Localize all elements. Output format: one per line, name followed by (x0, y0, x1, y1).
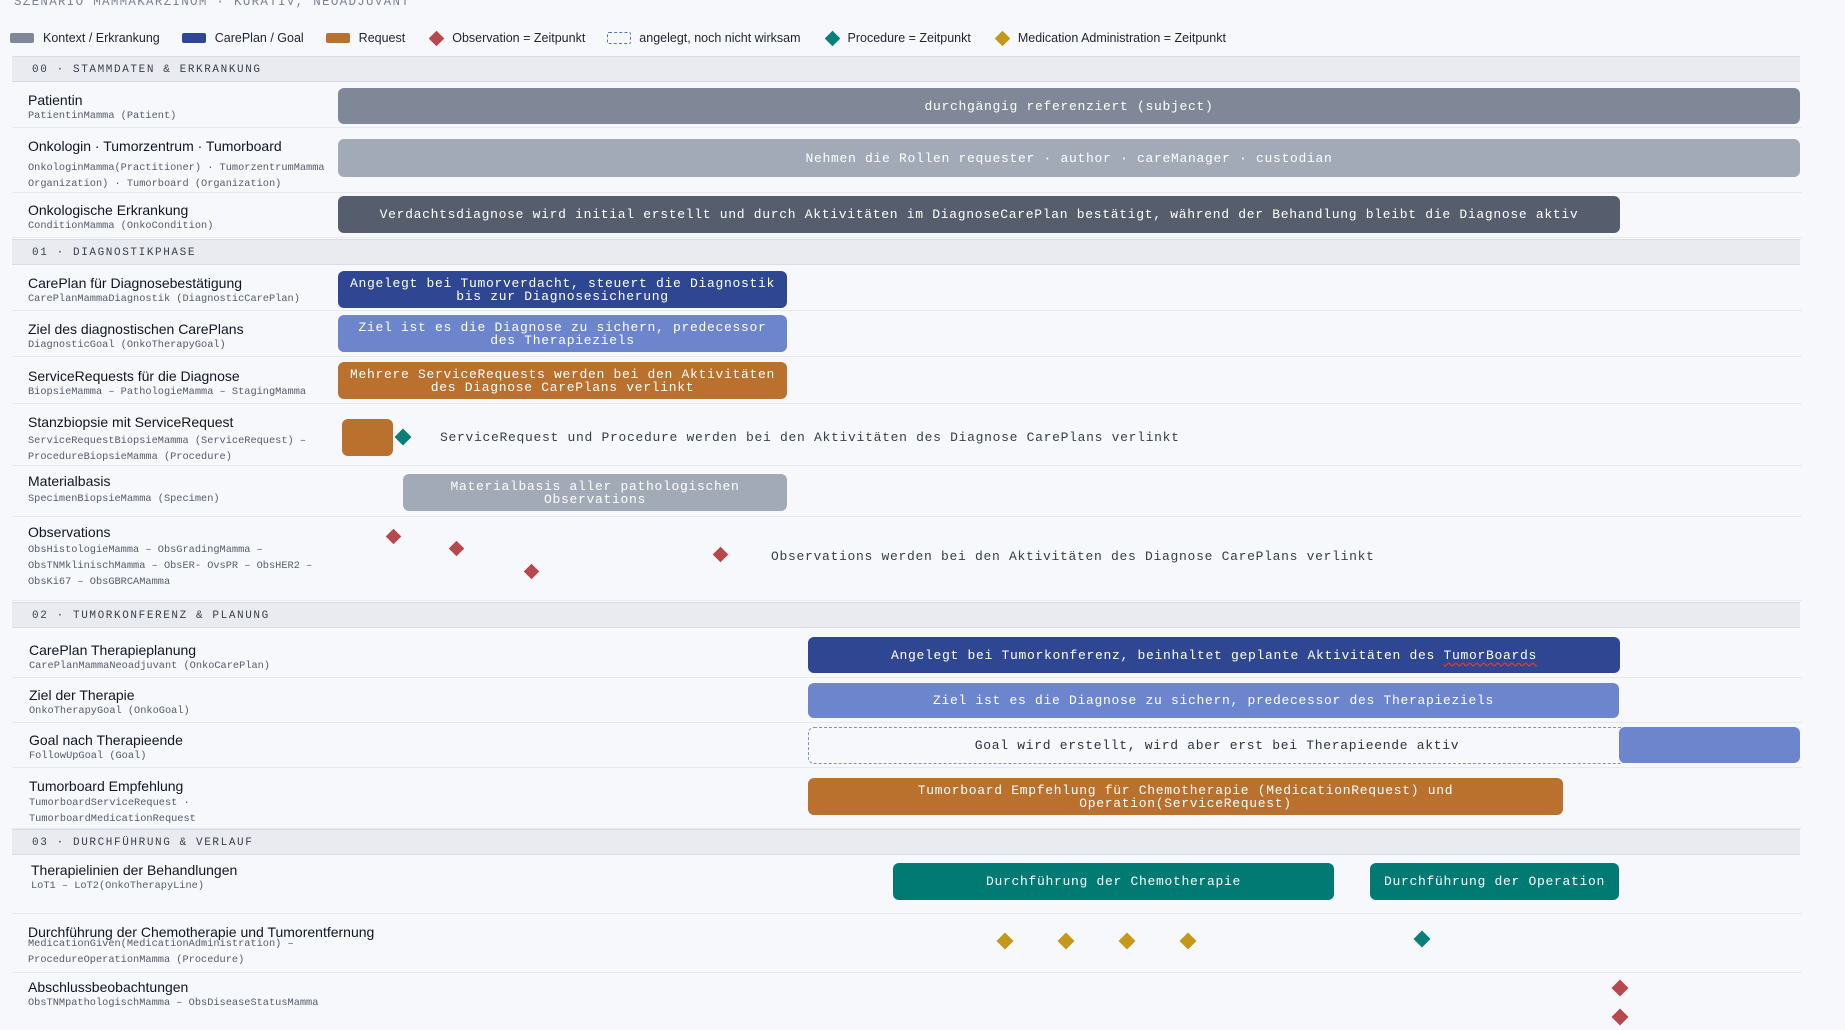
row-ziel-diagnose-title: Ziel des diagnostischen CarePlans (28, 321, 244, 337)
row-abschluss-sub: ObsTNMpathologischMamma – ObsDiseaseStat… (28, 997, 319, 1009)
bar-goal-therapieende-pending: Goal wird erstellt, wird aber erst bei T… (808, 727, 1626, 764)
legend: Kontext / Erkrankung CarePlan / Goal Req… (10, 30, 1248, 46)
row-erkrankung-title: Onkologische Erkrankung (28, 202, 189, 218)
legend-angelegt-swatch (607, 32, 632, 44)
legend-request-label: Request (358, 31, 406, 45)
section-durchfuehrung: 03 · DURCHFÜHRUNG & VERLAUF (12, 829, 1800, 855)
legend-observation: Observation = Zeitpunkt (427, 30, 586, 46)
bar-chemotherapie: Durchführung der Chemotherapie (893, 863, 1334, 900)
row-ziel-diagnose-sub: DiagnosticGoal (OnkoTherapyGoal) (28, 339, 226, 351)
legend-careplan-label: CarePlan / Goal (214, 31, 304, 45)
row-onkologin-title: Onkologin · Tumorzentrum · Tumorboard (28, 138, 282, 154)
bar-ziel-therapie: Ziel ist es die Diagnose zu sichern, pre… (808, 683, 1619, 718)
bar-goal-therapieende-active (1619, 727, 1800, 763)
section-durchfuehrung-label: 03 · DURCHFÜHRUNG & VERLAUF (32, 837, 254, 849)
section-tumorkonferenz-label: 02 · TUMORKONFERENZ & PLANUNG (32, 610, 270, 622)
row-servicerequests: ServiceRequests für die Diagnose Biopsie… (12, 357, 1802, 404)
row-ziel-diagnose: Ziel des diagnostischen CarePlans Diagno… (12, 311, 1802, 357)
note-stanzbiopsie: ServiceRequest und Procedure werden bei … (440, 430, 1180, 445)
row-careplan-diagnose-title: CarePlan für Diagnosebestätigung (28, 275, 243, 291)
section-stammdaten-label: 00 · STAMMDATEN & ERKRANKUNG (32, 64, 262, 76)
row-observations-title: Observations (28, 524, 111, 540)
bar-onkologin: Nehmen die Rollen requester · author · c… (338, 139, 1800, 177)
row-goal-therapieende-title: Goal nach Therapieende (29, 732, 183, 748)
row-patientin-sub: PatientinMamma (Patient) (28, 110, 177, 122)
row-servicerequests-title: ServiceRequests für die Diagnose (28, 368, 240, 384)
row-stanzbiopsie-sub: ServiceRequestBiopsieMamma (ServiceReque… (28, 435, 307, 463)
row-durchfuehrung-sub: MedicationGiven(MedicationAdministration… (28, 938, 294, 966)
bar-operation: Durchführung der Operation (1370, 863, 1619, 900)
legend-observation-label: Observation = Zeitpunkt (452, 31, 586, 45)
section-tumorkonferenz: 02 · TUMORKONFERENZ & PLANUNG (12, 602, 1800, 628)
note-observations: Observations werden bei den Aktivitäten … (771, 549, 1375, 564)
legend-observation-diamond-icon (428, 30, 445, 46)
bar-careplan-therapie-text: Angelegt bei Tumorkonferenz, beinhaltet … (890, 647, 1444, 663)
legend-kontext-label: Kontext / Erkrankung (43, 31, 160, 45)
row-materialbasis-title: Materialbasis (28, 473, 111, 489)
legend-angelegt: angelegt, noch nicht wirksam (607, 31, 801, 45)
row-abschluss: Abschlussbeobachtungen ObsTNMpathologisc… (12, 973, 1802, 1030)
legend-procedure: Procedure = Zeitpunkt (823, 30, 971, 46)
legend-procedure-label: Procedure = Zeitpunkt (847, 31, 971, 45)
legend-careplan-swatch (181, 33, 206, 43)
bar-ziel-diagnose: Ziel ist es die Diagnose zu sichern, pre… (338, 315, 787, 352)
scenario-title: SZENARIO MAMMAKARZINOM · KURATIV, NEOADJ… (14, 0, 411, 9)
bar-servicerequests: Mehrere ServiceRequests werden bei den A… (338, 362, 787, 399)
row-therapielinien-sub: LoT1 – LoT2(OnkoTherapyLine) (31, 880, 205, 892)
legend-procedure-diamond-icon (824, 30, 840, 46)
row-careplan-diagnose-sub: CarePlanMammaDiagnostik (DiagnosticCareP… (28, 293, 300, 305)
row-durchfuehrung: Durchführung der Chemotherapie und Tumor… (12, 914, 1802, 973)
legend-careplan: CarePlan / Goal (181, 31, 304, 45)
bar-erkrankung: Verdachtsdiagnose wird initial erstellt … (338, 196, 1620, 233)
row-ziel-therapie-sub: OnkoTherapyGoal (OnkoGoal) (29, 705, 190, 717)
row-materialbasis: Materialbasis SpecimenBiopsieMamma (Spec… (12, 466, 1802, 517)
row-ziel-therapie-title: Ziel der Therapie (29, 687, 135, 703)
legend-kontext: Kontext / Erkrankung (10, 31, 160, 45)
row-goal-therapieende-sub: FollowUpGoal (Goal) (29, 750, 147, 762)
legend-kontext-swatch (10, 33, 34, 43)
row-erkrankung-sub: ConditionMamma (OnkoCondition) (28, 220, 214, 232)
row-careplan-therapie-sub: CarePlanMammaNeoadjuvant (OnkoCarePlan) (29, 660, 270, 672)
row-careplan-diagnose: CarePlan für Diagnosebestätigung CarePla… (12, 265, 1802, 311)
legend-request-swatch (325, 33, 350, 43)
bar-stanzbiopsie-request (342, 419, 393, 456)
row-tumorboard-title: Tumorboard Empfehlung (29, 778, 184, 794)
bar-patientin: durchgängig referenziert (subject) (338, 88, 1800, 124)
row-therapielinien-title: Therapielinien der Behandlungen (31, 862, 238, 878)
row-stanzbiopsie-title: Stanzbiopsie mit ServiceRequest (28, 414, 234, 430)
row-careplan-therapie-title: CarePlan Therapieplanung (29, 642, 197, 658)
row-onkologin-sub: OnkologinMamma(Practitioner) · Tumorzent… (28, 162, 325, 190)
row-servicerequests-sub: BiopsieMamma – PathologieMamma – Staging… (28, 386, 307, 398)
legend-medication-label: Medication Administration = Zeitpunkt (1017, 31, 1226, 45)
row-tumorboard-sub: TumorboardServiceRequest · TumorboardMed… (29, 797, 196, 825)
row-materialbasis-sub: SpecimenBiopsieMamma (Specimen) (28, 493, 220, 505)
bar-careplan-diagnose: Angelegt bei Tumorverdacht, steuert die … (338, 271, 787, 308)
row-patientin-title: Patientin (28, 92, 83, 108)
row-abschluss-title: Abschlussbeobachtungen (28, 979, 189, 995)
legend-medication: Medication Administration = Zeitpunkt (993, 30, 1226, 46)
bar-careplan-therapie: Angelegt bei Tumorkonferenz, beinhaltet … (808, 637, 1620, 673)
legend-request: Request (325, 31, 406, 45)
row-observations-sub: ObsHistologieMamma – ObsGradingMamma – O… (28, 544, 313, 588)
bar-tumorboard: Tumorboard Empfehlung für Chemotherapie … (808, 778, 1563, 815)
bar-careplan-therapie-link: TumorBoards (1443, 647, 1538, 663)
legend-medication-diamond-icon (994, 30, 1011, 46)
legend-angelegt-label: angelegt, noch nicht wirksam (639, 31, 801, 45)
section-stammdaten: 00 · STAMMDATEN & ERKRANKUNG (12, 56, 1800, 82)
section-diagnostik-label: 01 · DIAGNOSTIKPHASE (32, 247, 197, 259)
bar-materialbasis: Materialbasis aller pathologischen Obser… (403, 474, 787, 511)
section-diagnostik: 01 · DIAGNOSTIKPHASE (12, 239, 1800, 265)
